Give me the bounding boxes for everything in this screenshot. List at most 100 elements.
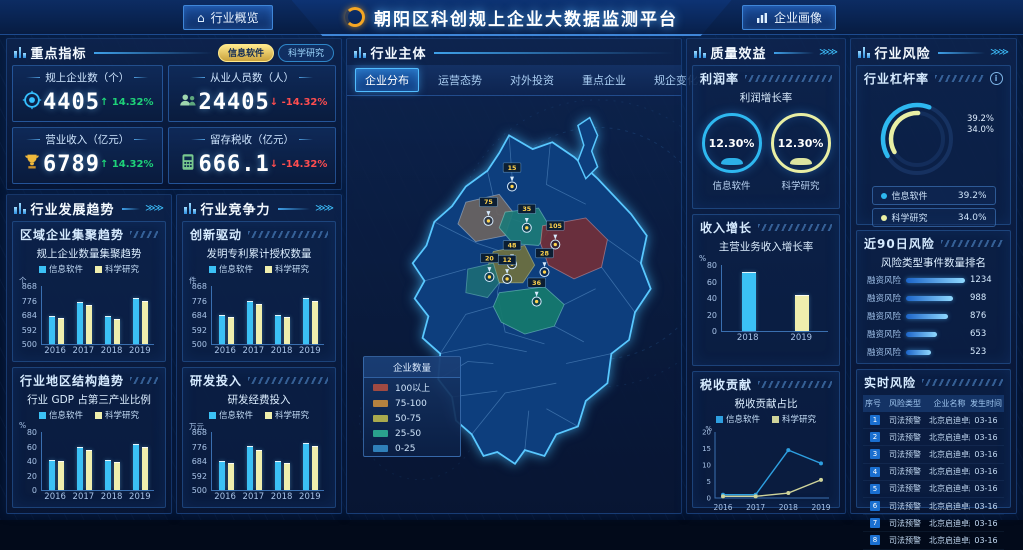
bar (86, 450, 92, 490)
y-tick-label: 776 (185, 297, 207, 306)
row-seq-badge: 5 (870, 484, 880, 494)
metric-card-0[interactable]: 规上企业数（个）4405↑ 14.32% (12, 65, 163, 122)
table-row-2[interactable]: 2司法预警北京启迪卓越科技有限公司03-16 (863, 429, 1004, 446)
svg-text:10: 10 (702, 462, 711, 470)
tab-对外投资[interactable]: 对外投资 (501, 69, 563, 91)
nav-industry-overview[interactable]: ⌂ 行业概览 (183, 5, 273, 30)
dashboard: ⌂ 行业概览 朝阳区科创规上企业大数据监测平台 企业画像 重点指标 信息软件科学… (0, 0, 1023, 520)
metric-value-row: 4405↑ 14.32% (19, 85, 156, 119)
risk-bar-fill (906, 314, 948, 319)
y-tick-label: 40 (15, 457, 37, 466)
more-arrows-icon[interactable] (315, 203, 334, 214)
svg-text:2017: 2017 (746, 503, 765, 512)
info-icon[interactable] (990, 72, 1003, 85)
card-recent-risk: 近90日风险 风险类型事件数量排名 融资风险1234融资风险988融资风险876… (856, 230, 1011, 364)
x-tick-label: 2019 (129, 492, 151, 502)
table-row-5[interactable]: 5司法预警北京启迪卓越科技有限公司03-16 (863, 481, 1004, 498)
section-title: 近90日风险 (864, 235, 935, 252)
table-row-6[interactable]: 6司法预警北京启迪卓越科技有限公司03-16 (863, 498, 1004, 515)
panel-industry-trend: 行业发展趋势 区域企业集聚趋势 规上企业数量集聚趋势 信息软件科学研究 个500… (6, 194, 172, 514)
y-tick-label: 776 (15, 297, 37, 306)
hatch-decoration (130, 231, 158, 238)
panel-quality: 质量效益 利润率 利润增长率 12.30%信息软件12.30%科学研究 收入增长… (686, 38, 846, 514)
x-tick-label: 2017 (73, 346, 95, 356)
more-arrows-icon[interactable] (145, 203, 164, 214)
metric-value: 666.1 (199, 152, 270, 177)
row-time: 03-16 (970, 416, 1002, 425)
tab-运营态势[interactable]: 运营态势 (429, 69, 491, 91)
legend-swatch (95, 412, 102, 419)
nav-enterprise-profile[interactable]: 企业画像 (742, 5, 836, 30)
metric-value: 24405 (199, 90, 270, 115)
bar (247, 446, 253, 490)
svg-text:75: 75 (484, 198, 493, 206)
row-seq-badge: 8 (870, 535, 880, 545)
metric-card-1[interactable]: 从业人员数（人）24405↓ -14.32% (168, 65, 337, 122)
chart-legend: 信息软件科学研究 (13, 262, 165, 276)
card-tax-contribution: 税收贡献 税收贡献占比 信息软件科学研究 %051015202016201720… (692, 371, 840, 508)
legend-swatch (209, 412, 216, 419)
bar (219, 315, 225, 344)
row-risk-type: 司法预警 (889, 415, 929, 426)
table-row-3[interactable]: 3司法预警北京启迪卓越科技有限公司03-16 (863, 446, 1004, 463)
table-row-4[interactable]: 4司法预警北京启迪卓越科技有限公司03-16 (863, 464, 1004, 481)
bar-group-2018 (275, 461, 290, 490)
risk-bar-fill (906, 332, 937, 337)
bar (58, 461, 64, 490)
section-title: 实时风险 (864, 374, 916, 391)
industry-main-tabs: 企业分布运营态势对外投资重点企业规企变化排名 (347, 65, 681, 96)
medal-icon (21, 89, 43, 115)
line-chart-svg: %051015202016201720182019 (695, 426, 837, 520)
x-tick-label: 2016 (214, 346, 236, 356)
table-row-1[interactable]: 1司法预警北京启迪卓越科技有限公司03-16 (863, 412, 1004, 429)
label-dash-left (191, 77, 205, 78)
section-header: 区域企业集聚趋势 (13, 222, 165, 245)
metric-toggle-0[interactable]: 信息软件 (218, 44, 274, 62)
gauge-value: 12.30% (709, 137, 755, 150)
panel-competitiveness-header: 行业竞争力 (177, 195, 341, 221)
row-risk-type: 司法预警 (889, 518, 929, 529)
risk-bar-value: 523 (970, 347, 1002, 357)
district-map-area[interactable]: 1575351054828201236 企业数量 100以上75-10050-7… (347, 96, 681, 513)
metric-card-2[interactable]: 营业收入（亿元）6789↑ 14.32% (12, 127, 163, 184)
more-arrows-icon[interactable] (990, 47, 1009, 58)
metric-delta: ↑ 14.32% (100, 97, 154, 108)
panel-header-icon (354, 47, 366, 58)
plot-area (211, 432, 324, 491)
metric-card-3[interactable]: 留存税收（亿元）666.1↓ -14.32% (168, 127, 337, 184)
panel-title: 行业发展趋势 (31, 199, 115, 218)
svg-text:20: 20 (485, 254, 494, 262)
x-tick-label: 2018 (271, 346, 293, 356)
tab-企业分布[interactable]: 企业分布 (355, 68, 419, 92)
svg-text:0: 0 (707, 495, 711, 503)
map-legend-row-0: 100以上 (364, 378, 460, 396)
y-tick-label: 592 (15, 326, 37, 335)
svg-text:15: 15 (702, 445, 711, 453)
gauge-circle: 12.30% (771, 113, 831, 173)
label-dash-left (26, 77, 40, 78)
map-legend-row-4: 0-25 (364, 441, 460, 456)
table-row-7[interactable]: 7司法预警北京启迪卓越科技有限公司03-16 (863, 515, 1004, 532)
tab-重点企业[interactable]: 重点企业 (573, 69, 635, 91)
bar (312, 446, 318, 490)
y-tick-label: 868 (185, 282, 207, 291)
svg-text:35: 35 (522, 205, 531, 213)
leverage-series-name: 科学研究 (892, 211, 928, 224)
y-tick-label: 0 (15, 486, 37, 495)
panel-title: 质量效益 (711, 43, 767, 62)
bar-group-2018 (275, 315, 290, 344)
row-company-name: 北京启迪卓越科技有限公司 (929, 501, 970, 512)
bar (219, 461, 225, 490)
y-tick-label: 684 (15, 311, 37, 320)
row-company-name: 北京启迪卓越科技有限公司 (929, 535, 970, 546)
bar (303, 443, 309, 490)
x-tick-label: 2017 (73, 492, 95, 502)
map-legend-label: 25-50 (395, 429, 421, 439)
metric-toggle-1[interactable]: 科学研究 (278, 44, 334, 62)
panel-key-metrics-header: 重点指标 信息软件科学研究 (7, 39, 341, 65)
table-row-8[interactable]: 8司法预警北京启迪卓越科技有限公司03-16 (863, 532, 1004, 549)
legend-item-0: 信息软件 (716, 413, 760, 425)
more-arrows-icon[interactable] (819, 47, 838, 58)
chart-legend: 信息软件科学研究 (183, 262, 335, 276)
trophy-icon (21, 151, 43, 177)
